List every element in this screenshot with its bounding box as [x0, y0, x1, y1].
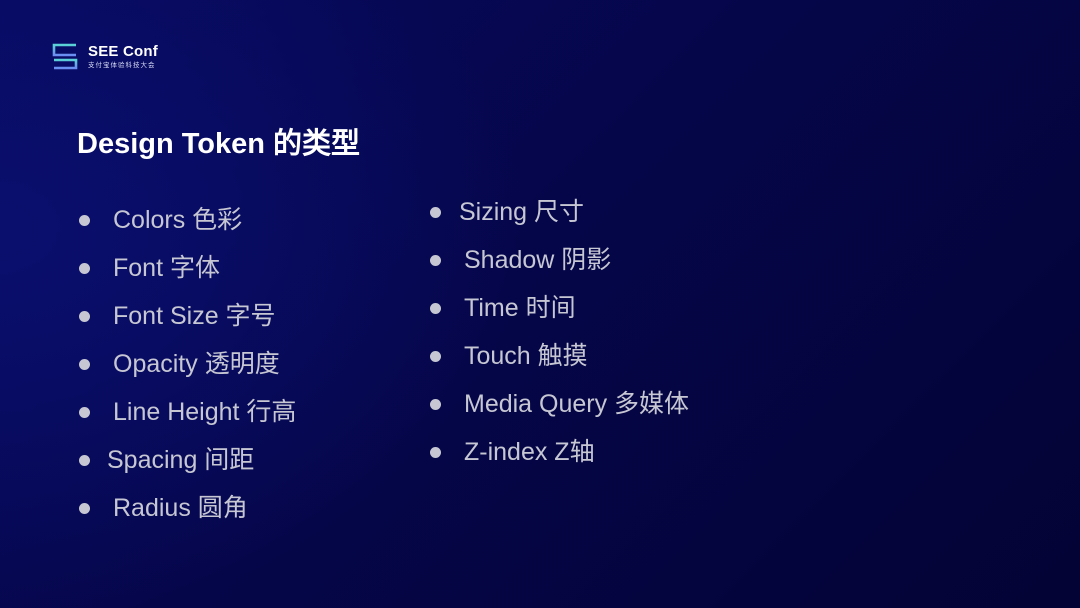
list-item: Touch 触摸 — [430, 332, 689, 380]
token-list-right: Sizing 尺寸 Shadow 阴影 Time 时间 Touch 触摸 Med… — [430, 188, 689, 476]
bullet-icon — [430, 302, 441, 314]
bullet-icon — [430, 446, 441, 458]
list-item: Z-index Z轴 — [430, 428, 689, 476]
list-item-label: Font 字体 — [113, 254, 220, 282]
list-item-label: Font Size 字号 — [113, 302, 276, 330]
see-logo-icon — [52, 43, 78, 70]
list-item: Shadow 阴影 — [430, 236, 689, 284]
list-item: Colors 色彩 — [79, 196, 296, 244]
brand-name: SEE Conf — [88, 42, 158, 60]
token-list-left: Colors 色彩 Font 字体 Font Size 字号 Opacity 透… — [79, 196, 296, 532]
list-item: Time 时间 — [430, 284, 689, 332]
bullet-icon — [79, 262, 90, 274]
list-item: Font Size 字号 — [79, 292, 296, 340]
bullet-icon — [430, 254, 441, 266]
list-item-label: Media Query 多媒体 — [464, 390, 690, 418]
bullet-icon — [79, 214, 90, 226]
list-item-label: Shadow 阴影 — [464, 246, 612, 274]
slide-title: Design Token 的类型 — [77, 128, 361, 160]
list-item: Radius 圆角 — [79, 484, 296, 532]
list-item-label: Opacity 透明度 — [113, 350, 280, 378]
list-item: Media Query 多媒体 — [430, 380, 689, 428]
brand-subtitle: 支付宝体验科技大会 — [88, 61, 156, 69]
conference-logo: SEE Conf 支付宝体验科技大会 — [52, 43, 158, 70]
list-item-label: Sizing 尺寸 — [459, 198, 585, 226]
list-item-label: Touch 触摸 — [464, 342, 588, 370]
list-item-label: Radius 圆角 — [113, 494, 248, 522]
bullet-icon — [79, 502, 90, 514]
bullet-icon — [430, 206, 441, 218]
bullet-icon — [430, 398, 441, 410]
list-item-label: Time 时间 — [464, 294, 576, 322]
list-item: Spacing 间距 — [79, 436, 296, 484]
list-item-label: Colors 色彩 — [113, 206, 243, 234]
bullet-icon — [79, 406, 90, 418]
list-item: Line Height 行高 — [79, 388, 296, 436]
list-item: Opacity 透明度 — [79, 340, 296, 388]
list-item-label: Line Height 行高 — [113, 398, 297, 426]
bullet-icon — [79, 454, 90, 466]
bullet-icon — [430, 350, 441, 362]
list-item-label: Z-index Z轴 — [464, 438, 595, 466]
bullet-icon — [79, 358, 90, 370]
list-item-label: Spacing 间距 — [107, 446, 255, 474]
list-item: Sizing 尺寸 — [430, 188, 689, 236]
bullet-icon — [79, 310, 90, 322]
list-item: Font 字体 — [79, 244, 296, 292]
